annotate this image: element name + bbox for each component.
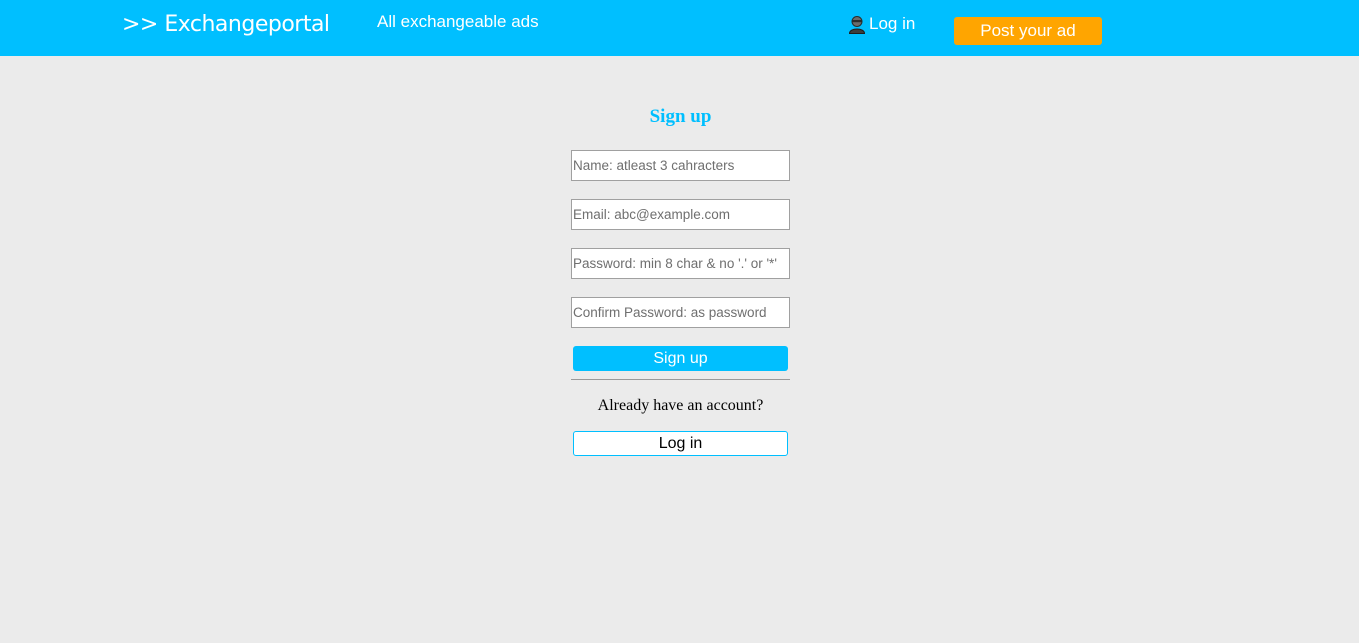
top-navbar: >> Exchangeportal All exchangeable ads L… (0, 0, 1359, 56)
form-divider (571, 379, 790, 380)
password-input[interactable] (571, 248, 790, 279)
post-ad-button[interactable]: Post your ad (954, 17, 1102, 45)
name-input[interactable] (571, 150, 790, 181)
signup-submit-button[interactable]: Sign up (573, 346, 788, 371)
user-icon (848, 15, 866, 34)
already-account-text: Already have an account? (597, 397, 764, 414)
email-input[interactable] (571, 199, 790, 230)
signup-form: Sign up Sign up Already have an account?… (571, 106, 790, 456)
nav-login-link[interactable]: Log in (848, 14, 915, 34)
all-ads-link[interactable]: All exchangeable ads (377, 12, 539, 32)
signup-title: Sign up (649, 106, 712, 127)
form-login-button[interactable]: Log in (573, 431, 788, 456)
brand-logo-link[interactable]: >> Exchangeportal (122, 12, 330, 37)
confirm-password-input[interactable] (571, 297, 790, 328)
nav-login-label: Log in (869, 14, 916, 33)
